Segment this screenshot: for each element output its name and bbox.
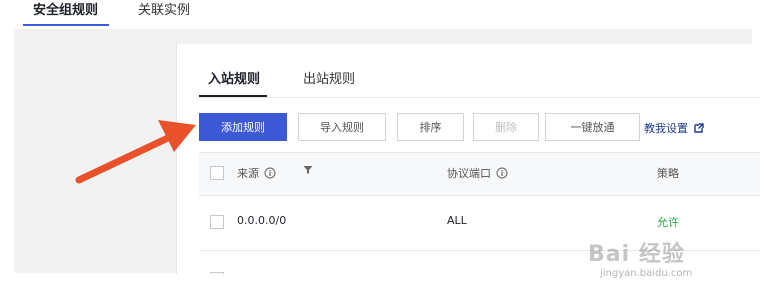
tutorial-link[interactable]: 教我设置 — [644, 120, 704, 136]
tab-inbound-rules[interactable]: 入站规则 — [208, 71, 260, 89]
row-checkbox[interactable] — [210, 215, 224, 229]
select-all-checkbox[interactable] — [210, 166, 224, 180]
cell-policy: 允许 — [657, 216, 679, 229]
subtab-divider — [199, 97, 760, 98]
open-all-button[interactable]: 一键放通 — [545, 113, 640, 141]
tab-outbound-rules[interactable]: 出站规则 — [303, 71, 355, 89]
tab-security-group-rules[interactable]: 安全组规则 — [33, 2, 98, 20]
header-protocol-port-label: 协议端口 — [447, 167, 491, 180]
info-icon[interactable] — [264, 167, 276, 179]
cell-protocol-port: ALL — [447, 214, 467, 227]
active-tab-indicator — [23, 24, 109, 26]
row-checkbox[interactable] — [210, 272, 224, 274]
header-source-label: 来源 — [237, 167, 259, 180]
watermark-url: jingyan.baidu.com — [600, 268, 693, 279]
header-protocol-port: 协议端口 — [447, 165, 508, 181]
import-rules-button[interactable]: 导入规则 — [298, 113, 386, 141]
tab-associated-instances[interactable]: 关联实例 — [138, 2, 190, 20]
header-policy: 策略 — [657, 167, 679, 180]
filter-icon[interactable] — [303, 165, 313, 175]
tutorial-link-label: 教我设置 — [644, 122, 688, 135]
watermark-logo: Bai 经验 — [588, 242, 685, 267]
external-link-icon — [694, 123, 704, 133]
header-filter[interactable] — [303, 165, 313, 175]
info-icon[interactable] — [496, 167, 508, 179]
delete-button[interactable]: 删除 — [473, 113, 539, 141]
top-tab-bar: 安全组规则 关联实例 — [0, 0, 760, 28]
add-rule-button[interactable]: 添加规则 — [199, 113, 287, 141]
sort-button[interactable]: 排序 — [397, 113, 464, 141]
header-source: 来源 — [237, 165, 276, 181]
table-header: 来源 协议端口 策略 — [199, 152, 760, 196]
cell-source: 0.0.0.0/0 — [237, 214, 287, 227]
